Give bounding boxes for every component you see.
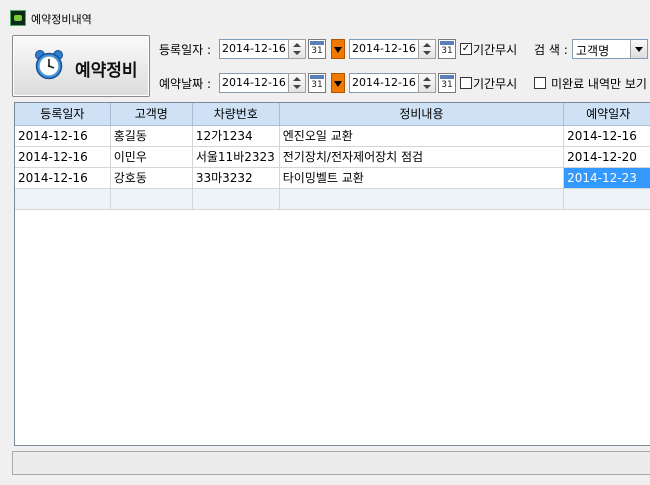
cell-customer[interactable]: 이민우 xyxy=(110,146,193,168)
res-date-to-input[interactable]: 2014-12-16 xyxy=(349,73,419,93)
column-header-reg-date[interactable]: 등록일자 xyxy=(15,103,111,126)
cell-customer[interactable]: 홍길동 xyxy=(110,125,193,147)
res-ignore-period-checkbox[interactable] xyxy=(460,77,472,89)
incomplete-only-label: 미완료 내역만 보기 xyxy=(551,77,647,91)
table-row[interactable]: 2014-12-16 홍길동 12가1234 엔진오일 교환 2014-12-1… xyxy=(15,125,650,147)
reg-date-to-calendar-icon[interactable]: 31 xyxy=(438,39,456,59)
cell-empty[interactable] xyxy=(279,188,565,210)
search-field-select[interactable]: 고객명 xyxy=(572,39,648,59)
reservation-date-label: 예약날짜 : xyxy=(159,77,212,91)
reg-ignore-period-label: 기간무시 xyxy=(473,43,518,57)
table-header-row: 등록일자 고객명 차량번호 정비내용 예약일자 xyxy=(15,103,650,126)
reg-date-range-arrow-button[interactable] xyxy=(331,39,345,59)
reg-ignore-period-checkbox[interactable]: ✓ xyxy=(460,43,472,55)
incomplete-only-checkbox[interactable] xyxy=(534,77,546,89)
cell-vehicle-no[interactable]: 12가1234 xyxy=(192,125,280,147)
new-row[interactable] xyxy=(15,188,650,210)
reservation-maintenance-label: 예약정비 xyxy=(75,61,138,81)
window-title: 예약정비내역 xyxy=(31,13,92,26)
cell-reg-date[interactable]: 2014-12-16 xyxy=(15,167,111,189)
column-header-maintenance[interactable]: 정비내용 xyxy=(279,103,565,126)
cell-reservation-date[interactable]: 2014-12-16 xyxy=(563,125,650,147)
reg-date-from-calendar-icon[interactable]: 31 xyxy=(308,39,326,59)
cell-maintenance[interactable]: 엔진오일 교환 xyxy=(279,125,565,147)
app-icon xyxy=(10,10,26,26)
search-field-value: 고객명 xyxy=(576,44,610,58)
alarm-clock-icon xyxy=(35,50,63,80)
title-bar: 예약정비내역 xyxy=(0,0,650,30)
reg-date-to-input[interactable]: 2014-12-16 xyxy=(349,39,419,59)
table-row[interactable]: 2014-12-16 이민우 서울11바2323 전기장치/전자제어장치 점검 … xyxy=(15,146,650,168)
cell-reservation-date-selected[interactable]: 2014-12-23 xyxy=(563,167,650,189)
column-header-reservation-date[interactable]: 예약일자 xyxy=(563,103,650,126)
cell-vehicle-no[interactable]: 서울11바2323 xyxy=(192,146,280,168)
cell-customer[interactable]: 강호동 xyxy=(110,167,193,189)
cell-empty[interactable] xyxy=(563,188,650,210)
res-date-from-calendar-icon[interactable]: 31 xyxy=(308,73,326,93)
column-header-customer[interactable]: 고객명 xyxy=(110,103,193,126)
cell-empty[interactable] xyxy=(192,188,280,210)
reg-date-label: 등록일자 : xyxy=(159,43,212,57)
cell-reg-date[interactable]: 2014-12-16 xyxy=(15,146,111,168)
reg-date-from-input[interactable]: 2014-12-16 xyxy=(219,39,289,59)
res-date-range-arrow-button[interactable] xyxy=(331,73,345,93)
reg-date-to-spinner[interactable] xyxy=(418,39,436,59)
cell-empty[interactable] xyxy=(110,188,193,210)
cell-empty[interactable] xyxy=(15,188,111,210)
column-header-vehicle-no[interactable]: 차량번호 xyxy=(192,103,280,126)
res-ignore-period-label: 기간무시 xyxy=(473,77,518,91)
reservation-maintenance-button[interactable]: 예약정비 xyxy=(12,35,150,97)
reg-date-from-spinner[interactable] xyxy=(288,39,306,59)
reservation-grid[interactable]: 등록일자 고객명 차량번호 정비내용 예약일자 2014-12-16 홍길동 1… xyxy=(14,102,650,446)
res-date-to-spinner[interactable] xyxy=(418,73,436,93)
table-row[interactable]: 2014-12-16 강호동 33마3232 타이밍벨트 교환 2014-12-… xyxy=(15,167,650,189)
cell-maintenance[interactable]: 타이밍벨트 교환 xyxy=(279,167,565,189)
res-date-to-calendar-icon[interactable]: 31 xyxy=(438,73,456,93)
cell-maintenance[interactable]: 전기장치/전자제어장치 점검 xyxy=(279,146,565,168)
cell-reg-date[interactable]: 2014-12-16 xyxy=(15,125,111,147)
reservation-table: 등록일자 고객명 차량번호 정비내용 예약일자 2014-12-16 홍길동 1… xyxy=(15,103,650,210)
chevron-down-icon[interactable] xyxy=(630,40,647,58)
status-bar xyxy=(12,451,650,475)
search-label: 검 색 : xyxy=(534,43,568,57)
cell-vehicle-no[interactable]: 33마3232 xyxy=(192,167,280,189)
res-date-from-spinner[interactable] xyxy=(288,73,306,93)
res-date-from-input[interactable]: 2014-12-16 xyxy=(219,73,289,93)
cell-reservation-date[interactable]: 2014-12-20 xyxy=(563,146,650,168)
